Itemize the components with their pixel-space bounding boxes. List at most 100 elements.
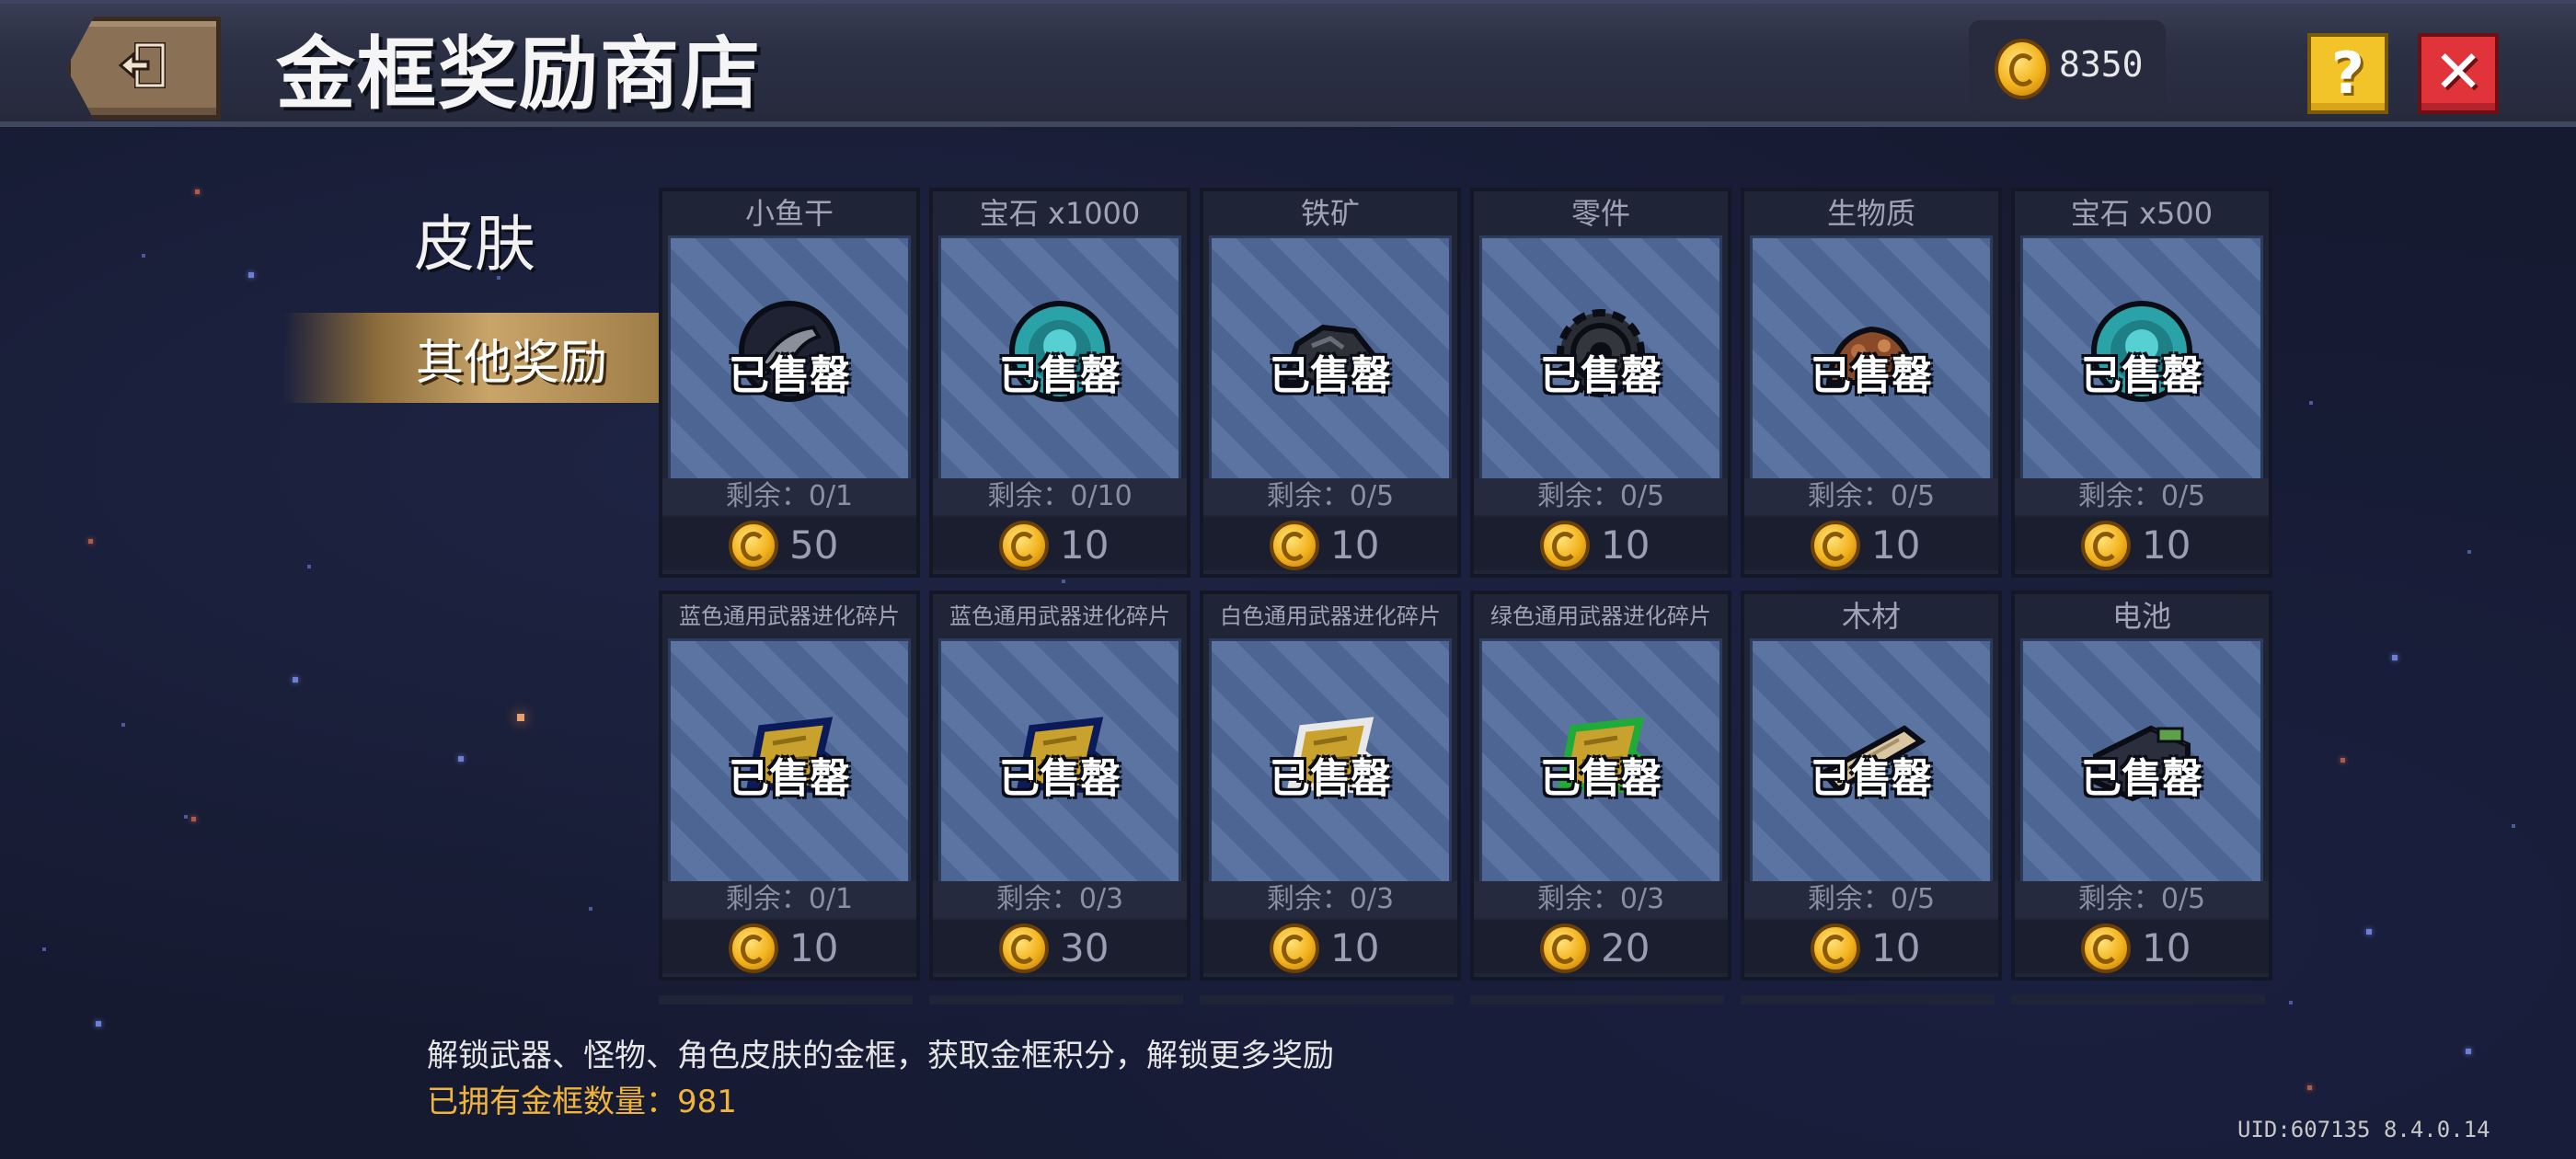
card-image: 已售罄 bbox=[668, 638, 911, 885]
reward-card[interactable]: 蓝色通用武器进化碎片 已售罄 剩余：0/3 30 bbox=[929, 591, 1190, 981]
card-image: 已售罄 bbox=[668, 235, 911, 482]
card-remaining: 剩余：0/5 bbox=[1744, 881, 1998, 918]
card-price: 10 bbox=[2015, 920, 2269, 973]
back-button[interactable] bbox=[66, 17, 221, 120]
next-row-card-edge bbox=[929, 995, 1183, 1004]
card-name: 宝石 x1000 bbox=[979, 196, 1141, 231]
coin-icon bbox=[1811, 521, 1860, 570]
reward-card[interactable]: 蓝色通用武器进化碎片 已售罄 剩余：0/1 10 bbox=[659, 591, 920, 981]
card-name: 木材 bbox=[1841, 599, 1901, 634]
card-image: 已售罄 bbox=[1209, 235, 1452, 482]
card-remaining: 剩余：0/5 bbox=[1474, 478, 1728, 515]
card-image: 已售罄 bbox=[1750, 235, 1993, 482]
card-name: 铁矿 bbox=[1300, 196, 1360, 231]
tab-skin[interactable]: 皮肤 bbox=[414, 195, 535, 283]
card-image: 已售罄 bbox=[2020, 235, 2263, 482]
price-value: 10 bbox=[1871, 522, 1921, 568]
coin-icon bbox=[729, 924, 778, 973]
question-icon: ? bbox=[2331, 40, 2364, 107]
owned-frames-count: 已拥有金框数量：981 bbox=[427, 1084, 737, 1120]
card-image: 已售罄 bbox=[938, 638, 1181, 885]
price-value: 10 bbox=[1601, 522, 1650, 568]
card-name: 电池 bbox=[2111, 599, 2171, 634]
starfield-background bbox=[0, 0, 2576, 1159]
price-value: 10 bbox=[1060, 522, 1110, 568]
card-name: 生物质 bbox=[1826, 196, 1915, 231]
card-price: 10 bbox=[1474, 517, 1728, 570]
reward-card[interactable]: 宝石 x500 已售罄 剩余：0/5 10 bbox=[2011, 188, 2272, 578]
card-name: 蓝色通用武器进化碎片 bbox=[949, 603, 1170, 629]
sold-out-label: 已售罄 bbox=[1811, 352, 1932, 399]
close-button[interactable]: ✕ bbox=[2418, 33, 2499, 114]
coin-icon bbox=[999, 924, 1049, 973]
card-remaining: 剩余：0/1 bbox=[662, 881, 916, 918]
card-price: 20 bbox=[1474, 920, 1728, 973]
price-value: 10 bbox=[2142, 925, 2191, 970]
price-value: 50 bbox=[789, 522, 839, 568]
exit-icon bbox=[118, 42, 166, 88]
card-remaining: 剩余：0/3 bbox=[1203, 881, 1457, 918]
price-value: 10 bbox=[1330, 522, 1380, 568]
reward-card[interactable]: 铁矿 已售罄 剩余：0/5 10 bbox=[1200, 188, 1461, 578]
card-remaining: 剩余：0/5 bbox=[2015, 881, 2269, 918]
card-price: 30 bbox=[933, 920, 1187, 973]
reward-card[interactable]: 生物质 已售罄 剩余：0/5 10 bbox=[1741, 188, 2002, 578]
coin-icon bbox=[729, 521, 778, 570]
reward-card[interactable]: 零件 已售罄 剩余：0/5 10 bbox=[1470, 188, 1731, 578]
card-remaining: 剩余：0/10 bbox=[933, 478, 1187, 515]
coin-icon bbox=[1995, 39, 2050, 99]
sold-out-label: 已售罄 bbox=[729, 755, 850, 802]
reward-card[interactable]: 白色通用武器进化碎片 已售罄 剩余：0/3 10 bbox=[1200, 591, 1461, 981]
card-image: 已售罄 bbox=[1750, 638, 1993, 885]
card-remaining: 剩余：0/5 bbox=[2015, 478, 2269, 515]
coin-icon bbox=[1540, 521, 1590, 570]
coin-count: 8350 bbox=[2059, 44, 2144, 85]
sold-out-label: 已售罄 bbox=[2081, 352, 2202, 399]
tab-other-rewards[interactable]: 其他奖励 bbox=[283, 313, 661, 403]
card-price: 10 bbox=[933, 517, 1187, 570]
next-row-card-edge bbox=[1741, 995, 1995, 1004]
card-name: 宝石 x500 bbox=[2070, 196, 2214, 231]
sold-out-label: 已售罄 bbox=[1540, 755, 1662, 802]
reward-card[interactable]: 木材 已售罄 剩余：0/5 10 bbox=[1741, 591, 2002, 981]
reward-card[interactable]: 绿色通用武器进化碎片 已售罄 剩余：0/3 20 bbox=[1470, 591, 1731, 981]
coin-icon bbox=[999, 521, 1049, 570]
card-price: 50 bbox=[662, 517, 916, 570]
sold-out-label: 已售罄 bbox=[999, 352, 1121, 399]
reward-card[interactable]: 电池 已售罄 剩余：0/5 10 bbox=[2011, 591, 2272, 981]
sold-out-label: 已售罄 bbox=[1270, 352, 1391, 399]
tab-other-rewards-label: 其他奖励 bbox=[416, 336, 608, 391]
coin-icon bbox=[1540, 924, 1590, 973]
next-row-card-edge bbox=[2011, 995, 2265, 1004]
card-name: 零件 bbox=[1570, 196, 1630, 231]
next-row-card-edge bbox=[1200, 995, 1454, 1004]
price-value: 10 bbox=[1330, 925, 1380, 970]
card-remaining: 剩余：0/3 bbox=[1474, 881, 1728, 918]
card-price: 10 bbox=[1203, 517, 1457, 570]
coin-icon bbox=[1270, 924, 1319, 973]
card-remaining: 剩余：0/1 bbox=[662, 478, 916, 515]
card-image: 已售罄 bbox=[938, 235, 1181, 482]
coin-icon bbox=[1270, 521, 1319, 570]
card-name: 蓝色通用武器进化碎片 bbox=[679, 603, 900, 629]
card-remaining: 剩余：0/5 bbox=[1203, 478, 1457, 515]
help-button[interactable]: ? bbox=[2307, 33, 2388, 114]
card-price: 10 bbox=[1203, 920, 1457, 973]
card-price: 10 bbox=[1744, 517, 1998, 570]
price-value: 10 bbox=[1871, 925, 1921, 970]
reward-card[interactable]: 小鱼干 已售罄 剩余：0/1 50 bbox=[659, 188, 920, 578]
reward-card[interactable]: 宝石 x1000 已售罄 剩余：0/10 10 bbox=[929, 188, 1190, 578]
next-row-card-edge bbox=[659, 995, 913, 1004]
close-icon: ✕ bbox=[2433, 39, 2483, 107]
card-price: 10 bbox=[662, 920, 916, 973]
card-image: 已售罄 bbox=[1479, 638, 1722, 885]
page-title: 金框奖励商店 bbox=[276, 29, 762, 120]
card-name: 小鱼干 bbox=[744, 196, 834, 231]
card-remaining: 剩余：0/5 bbox=[1744, 478, 1998, 515]
coin-icon bbox=[2081, 924, 2131, 973]
sold-out-label: 已售罄 bbox=[1270, 755, 1391, 802]
card-image: 已售罄 bbox=[1479, 235, 1722, 482]
price-value: 20 bbox=[1601, 925, 1650, 970]
sold-out-label: 已售罄 bbox=[1811, 755, 1932, 802]
shop-description: 解锁武器、怪物、角色皮肤的金框，获取金框积分，解锁更多奖励 bbox=[427, 1038, 1334, 1074]
